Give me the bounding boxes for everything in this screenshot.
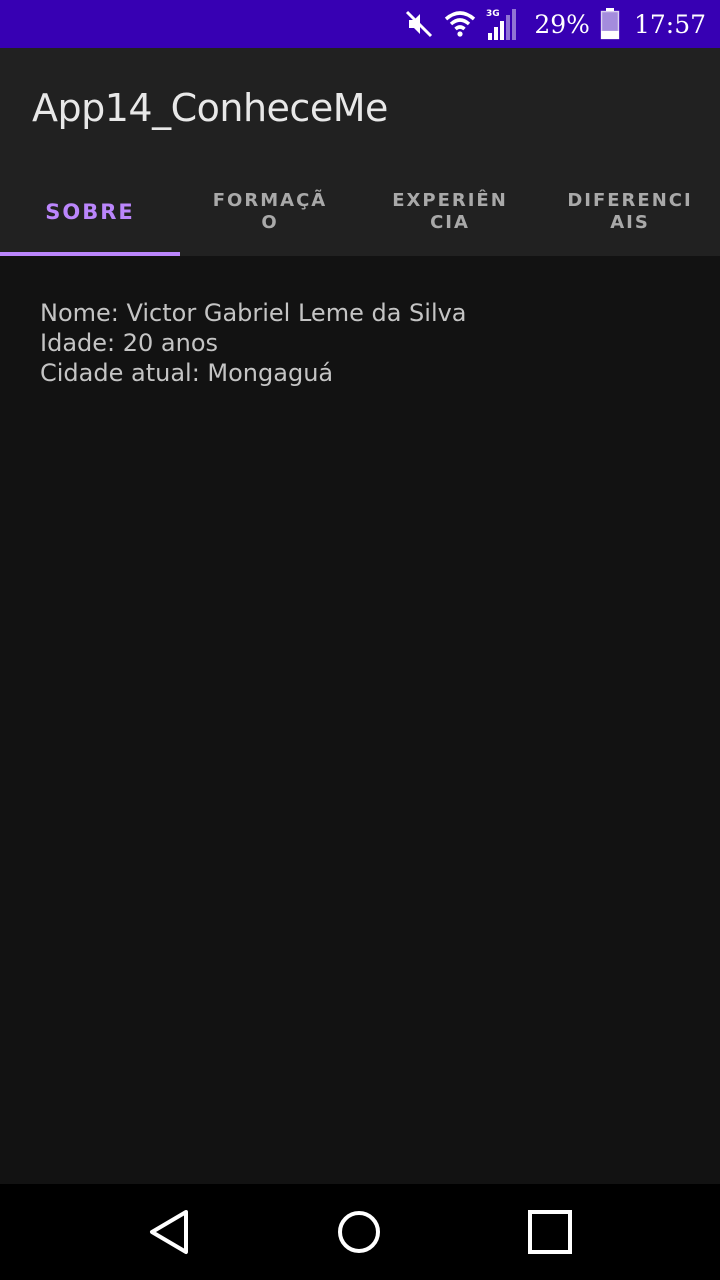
app-title: App14_ConheceMe <box>32 86 388 130</box>
tab-diferenciais-label: DIFERENCIAIS <box>567 190 693 233</box>
navigation-bar <box>0 1184 720 1280</box>
status-bar: 3G 29% 17:57 <box>0 0 720 48</box>
name-text: Nome: Victor Gabriel Leme da Silva <box>40 299 467 327</box>
tab-indicator <box>0 252 180 256</box>
network-type-label: 3G <box>486 9 500 19</box>
home-icon <box>338 1211 380 1253</box>
tab-sobre-label: SOBRE <box>45 200 135 224</box>
back-icon <box>150 1210 188 1254</box>
city-text: Cidade atual: Mongaguá <box>40 359 334 387</box>
wifi-icon <box>444 10 476 38</box>
back-button[interactable] <box>146 1208 194 1256</box>
tab-diferenciais[interactable]: DIFERENCIAIS <box>540 168 720 256</box>
home-button[interactable] <box>335 1208 383 1256</box>
recents-icon <box>528 1210 572 1254</box>
battery-percent: 29% <box>530 10 590 39</box>
tab-bar: SOBRE FORMAÇÃO EXPERIÊNCIA DIFERENCIAIS <box>0 168 720 256</box>
recents-button[interactable] <box>526 1208 574 1256</box>
tab-sobre[interactable]: SOBRE <box>0 168 180 256</box>
mute-icon <box>404 9 434 39</box>
app-bar: App14_ConheceMe <box>0 48 720 168</box>
clock: 17:57 <box>630 10 706 39</box>
battery-icon <box>600 8 620 40</box>
age-text: Idade: 20 anos <box>40 329 219 357</box>
tab-experiencia-label: EXPERIÊNCIA <box>392 190 508 233</box>
tab-formacao-label: FORMAÇÃO <box>212 190 328 233</box>
signal-icon: 3G <box>486 7 520 41</box>
battery-percent-text: 29% <box>534 9 590 39</box>
tab-experiencia[interactable]: EXPERIÊNCIA <box>360 168 540 256</box>
time-text: 17:57 <box>633 9 706 39</box>
about-content: Nome: Victor Gabriel Leme da Silva Idade… <box>40 298 467 388</box>
tab-formacao[interactable]: FORMAÇÃO <box>180 168 360 256</box>
